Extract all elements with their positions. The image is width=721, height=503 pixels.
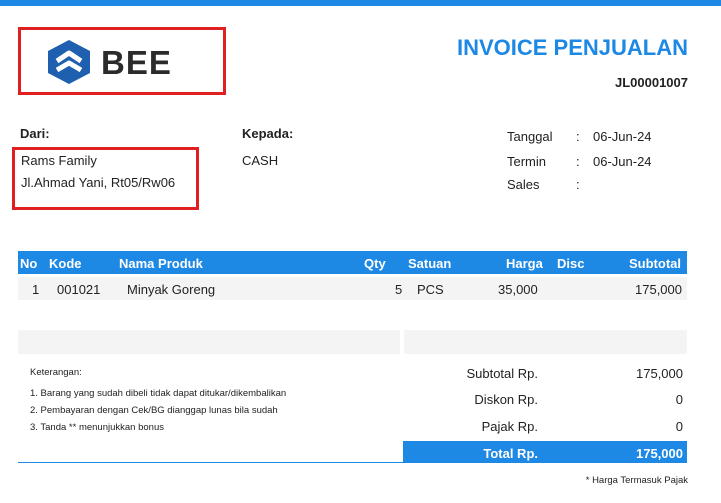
discount-label: Diskon Rp.: [474, 392, 538, 407]
col-price: Harga: [506, 256, 543, 271]
note-line-2: 2. Pembayaran dengan Cek/BG dianggap lun…: [30, 405, 278, 416]
to-name: CASH: [242, 153, 279, 168]
table-row: 1 001021 Minyak Goreng 5 PCS 35,000 175,…: [18, 277, 687, 300]
table-header: No Kode Nama Produk Qty Satuan Harga Dis…: [18, 251, 687, 274]
total-label: Total Rp.: [483, 446, 538, 461]
col-product: Nama Produk: [119, 256, 203, 271]
cell-no: 1: [32, 282, 40, 297]
col-qty: Qty: [364, 256, 386, 271]
col-code: Kode: [49, 256, 82, 271]
top-accent-bar: [0, 0, 721, 6]
discount-value: 0: [675, 392, 683, 407]
notes-title: Keterangan:: [30, 367, 82, 378]
total-value: 175,000: [636, 446, 683, 461]
cell-unit: PCS: [417, 282, 444, 297]
brand-name: BEE: [101, 44, 172, 81]
cell-price: 35,000: [498, 282, 538, 297]
note-line-1: 1. Barang yang sudah dibeli tidak dapat …: [30, 388, 287, 399]
subtotal-label: Subtotal Rp.: [466, 366, 538, 381]
col-subtotal: Subtotal: [629, 256, 681, 271]
term-sep: :: [576, 154, 580, 169]
sales-label: Sales: [507, 177, 540, 192]
note-line-3: 3. Tanda ** menunjukkan bonus: [30, 422, 164, 433]
bottom-divider: [18, 462, 687, 463]
date-label: Tanggal: [507, 129, 553, 144]
invoice-number: JL00001007: [614, 75, 688, 90]
date-sep: :: [576, 129, 580, 144]
sales-sep: :: [576, 177, 580, 192]
logo-highlight-box: BEE: [18, 27, 226, 95]
term-label: Termin: [507, 154, 547, 169]
cell-product: Minyak Goreng: [127, 282, 216, 297]
col-disc: Disc: [557, 256, 585, 271]
col-no: No: [20, 256, 38, 271]
from-address: Jl.Ahmad Yani, Rt05/Rw06: [21, 175, 176, 190]
footer-note: * Harga Termasuk Pajak: [585, 475, 688, 486]
cell-code: 001021: [57, 282, 101, 297]
bee-logo-icon: [48, 40, 90, 84]
table-empty-row-left: [18, 330, 400, 354]
cell-subtotal: 175,000: [635, 282, 682, 297]
to-label: Kepada:: [242, 126, 294, 141]
from-label: Dari:: [20, 126, 50, 141]
date-value: 06-Jun-24: [593, 129, 652, 144]
cell-qty: 5: [395, 282, 403, 297]
from-name: Rams Family: [21, 153, 97, 168]
col-unit: Satuan: [408, 256, 452, 271]
term-value: 06-Jun-24: [593, 154, 652, 169]
subtotal-value: 175,000: [636, 366, 683, 381]
invoice-title: INVOICE PENJUALAN: [456, 35, 688, 60]
tax-label: Pajak Rp.: [481, 419, 538, 434]
tax-value: 0: [675, 419, 683, 434]
table-empty-row-right: [404, 330, 687, 354]
